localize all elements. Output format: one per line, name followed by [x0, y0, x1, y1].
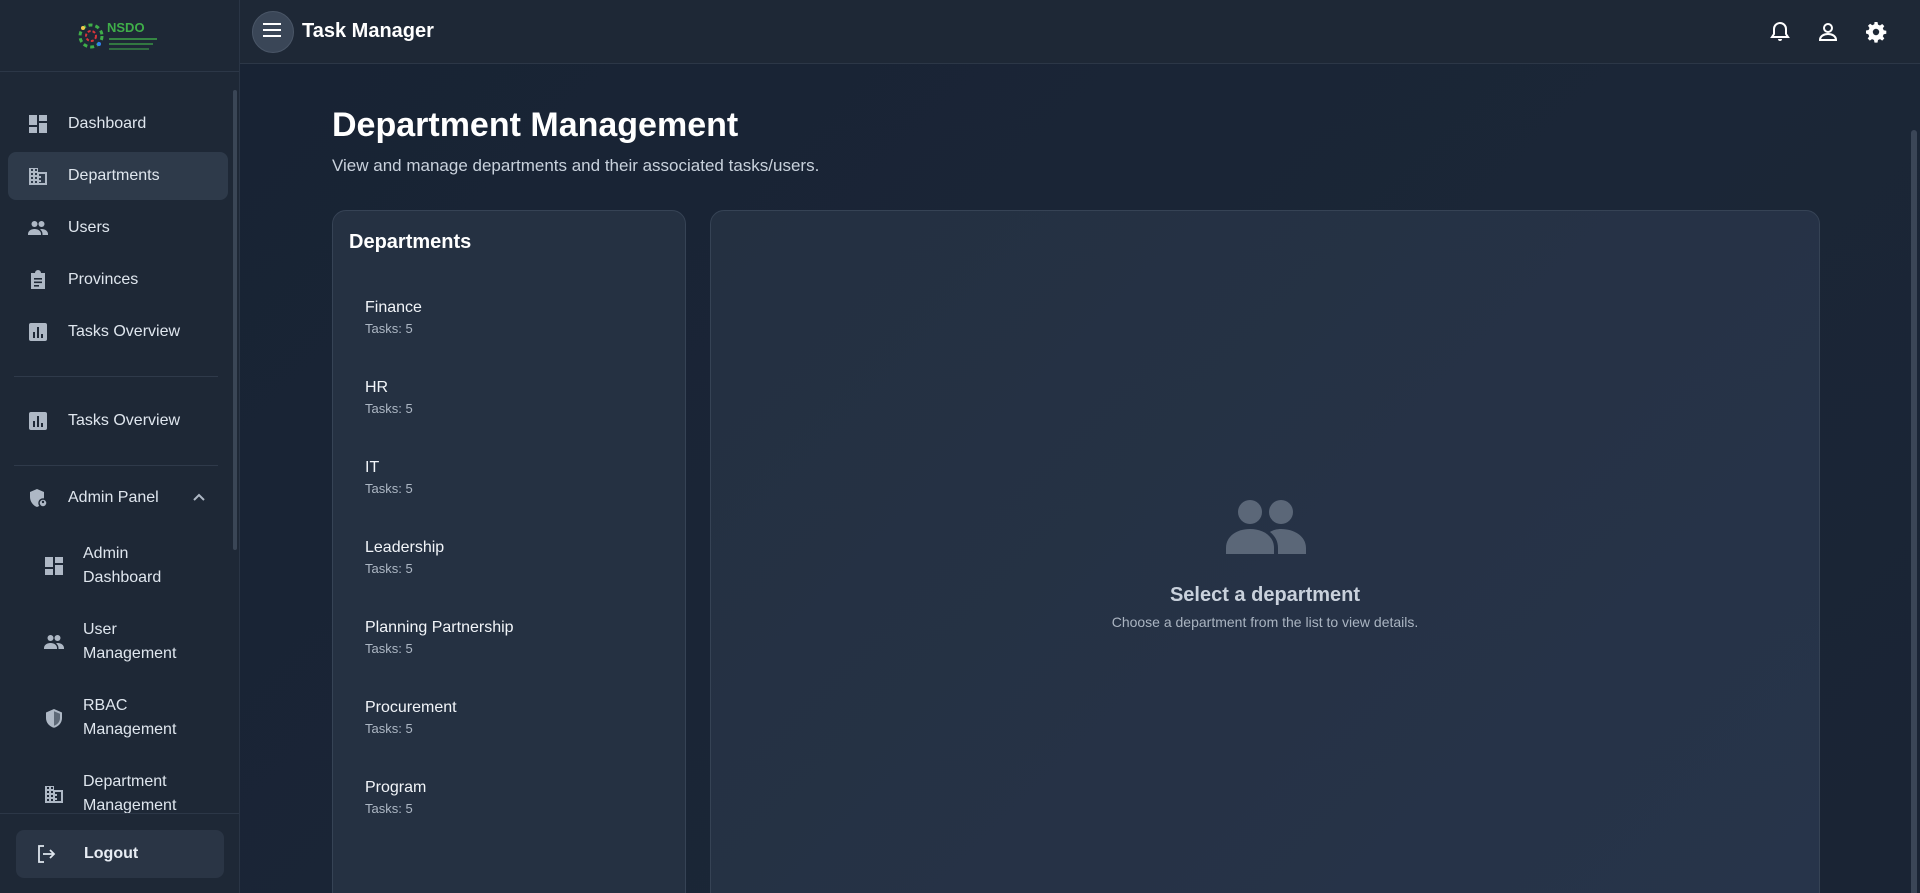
- people-icon: [1226, 496, 1306, 556]
- sidebar-item-label: RBAC Management: [83, 697, 177, 738]
- department-name: IT: [365, 459, 380, 476]
- sidebar-item-label: User Management: [83, 621, 177, 662]
- department-name: Procurement: [365, 699, 457, 716]
- department-task-count: Tasks: 5: [365, 801, 413, 816]
- sidebar-item-admin-dashboard[interactable]: Admin Dashboard: [30, 536, 230, 596]
- svg-text:NSDO: NSDO: [107, 20, 145, 35]
- top-bar: Task Manager: [240, 0, 1920, 64]
- departments-card-title: Departments: [349, 231, 472, 253]
- logo-area: NSDO: [0, 0, 239, 72]
- department-name: Program: [365, 779, 427, 796]
- empty-state-title: Select a department: [1169, 584, 1361, 606]
- page-title: Department Management: [332, 106, 739, 144]
- nav-divider: [14, 465, 218, 466]
- sidebar-item-label: Users: [68, 219, 110, 236]
- department-task-count: Tasks: 5: [365, 481, 413, 496]
- app-title: Task Manager: [302, 20, 434, 42]
- sidebar-item-label: Admin Panel: [68, 489, 159, 506]
- shield-icon: [44, 708, 64, 728]
- empty-state-subtitle: Choose a department from the list to vie…: [1111, 614, 1419, 630]
- gear-icon[interactable]: [1864, 20, 1888, 44]
- menu-toggle-button[interactable]: [252, 11, 294, 53]
- sidebar-scrollbar[interactable]: [233, 90, 237, 550]
- people-icon: [28, 218, 48, 238]
- nav-divider: [14, 376, 218, 377]
- dashboard-icon: [44, 556, 64, 576]
- sidebar-item-users[interactable]: Users: [8, 204, 228, 252]
- list-item[interactable]: Procurement Tasks: 5: [365, 697, 665, 757]
- sidebar-item-dashboard[interactable]: Dashboard: [8, 100, 228, 148]
- building-icon: [28, 166, 48, 186]
- department-task-count: Tasks: 5: [365, 561, 413, 576]
- department-task-count: Tasks: 5: [365, 721, 413, 736]
- department-name: Planning Partnership: [365, 619, 514, 636]
- sidebar-item-label: Tasks Overview: [68, 412, 181, 429]
- department-task-count: Tasks: 5: [365, 641, 413, 656]
- sidebar-item-rbac-management[interactable]: RBAC Management: [30, 688, 230, 748]
- sidebar-nav: Dashboard Departments Users Provinces Ta…: [0, 72, 239, 813]
- list-item[interactable]: HR Tasks: 5: [365, 377, 665, 437]
- departments-card: Departments Finance Tasks: 5 HR Tasks: 5…: [332, 210, 686, 893]
- clipboard-icon: [28, 270, 48, 290]
- sidebar-item-department-management[interactable]: Department Management: [30, 764, 230, 813]
- sidebar-item-label: Tasks Overview: [68, 323, 181, 340]
- sidebar: NSDO Dashboard Departments Users Provinc…: [0, 0, 240, 893]
- hamburger-icon: [263, 22, 283, 43]
- list-item[interactable]: IT Tasks: 5: [365, 457, 665, 517]
- bar-chart-icon: [28, 411, 48, 431]
- sidebar-item-provinces[interactable]: Provinces: [8, 256, 228, 304]
- sidebar-item-departments[interactable]: Departments: [8, 152, 228, 200]
- main-scrollbar[interactable]: [1911, 130, 1917, 893]
- department-detail-card: Select a department Choose a department …: [710, 210, 1820, 893]
- sidebar-item-label: Dashboard: [68, 115, 147, 132]
- bell-icon[interactable]: [1768, 20, 1792, 44]
- sidebar-item-label: Admin Dashboard: [83, 545, 162, 586]
- nsdo-logo[interactable]: NSDO: [75, 16, 165, 56]
- building-icon: [44, 784, 64, 804]
- page-subtitle: View and manage departments and their as…: [332, 156, 820, 175]
- admin-shield-icon: [28, 488, 48, 508]
- department-name: HR: [365, 379, 389, 396]
- sidebar-item-label: Department Management: [83, 773, 177, 813]
- logout-area: Logout: [0, 813, 239, 893]
- sidebar-item-admin-panel[interactable]: Admin Panel: [8, 474, 228, 522]
- sidebar-item-label: Departments: [68, 167, 160, 184]
- department-task-count: Tasks: 5: [365, 401, 413, 416]
- chevron-up-icon[interactable]: [192, 490, 206, 504]
- list-item[interactable]: Planning Partnership Tasks: 5: [365, 617, 665, 677]
- department-task-count: Tasks: 5: [365, 321, 413, 336]
- department-name: Leadership: [365, 539, 445, 556]
- department-name: Finance: [365, 299, 422, 316]
- user-icon[interactable]: [1816, 20, 1840, 44]
- logout-label: Logout: [84, 845, 139, 862]
- logout-button[interactable]: Logout: [16, 830, 224, 878]
- list-item[interactable]: Finance Tasks: 5: [365, 297, 665, 357]
- dashboard-icon: [28, 114, 48, 134]
- bar-chart-icon: [28, 322, 48, 342]
- sidebar-item-tasks-overview-secondary[interactable]: Tasks Overview: [8, 397, 228, 445]
- sidebar-item-user-management[interactable]: User Management: [30, 612, 230, 672]
- list-item[interactable]: Program Tasks: 5: [365, 777, 665, 837]
- sidebar-item-label: Provinces: [68, 271, 139, 288]
- sidebar-item-tasks-overview[interactable]: Tasks Overview: [8, 308, 228, 356]
- main-content: Department Management View and manage de…: [240, 64, 1920, 893]
- list-item[interactable]: Leadership Tasks: 5: [365, 537, 665, 597]
- logout-icon: [36, 844, 56, 864]
- people-icon: [44, 632, 64, 652]
